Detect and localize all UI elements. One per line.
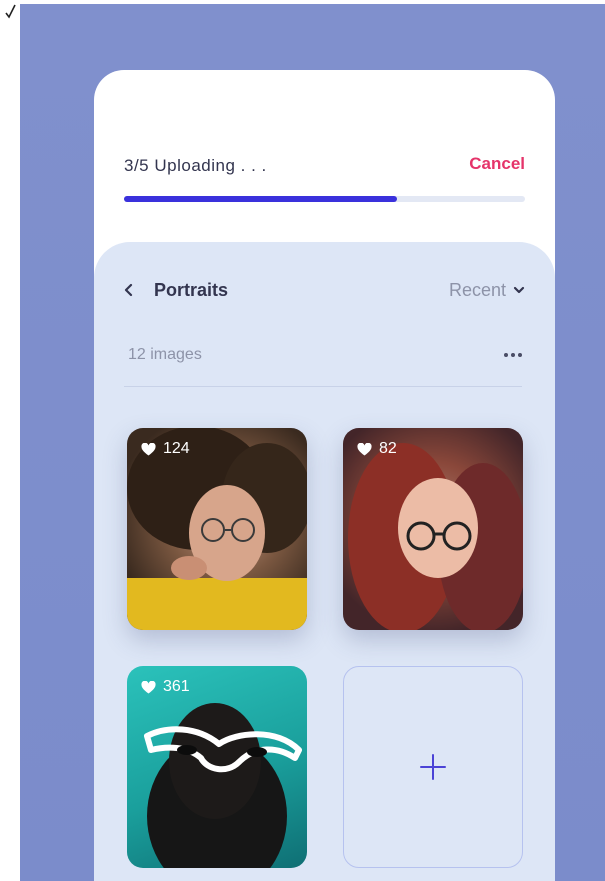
photo-tile[interactable]: 124 [127, 428, 307, 630]
sort-dropdown[interactable]: Recent [449, 278, 525, 302]
portrait-image [127, 428, 307, 630]
image-count: 12 images [128, 346, 202, 363]
like-badge: 82 [357, 440, 397, 458]
chevron-left-icon[interactable] [122, 282, 136, 298]
like-count: 124 [163, 440, 190, 457]
portrait-image [144, 703, 302, 868]
portrait-image [343, 428, 523, 630]
add-photo-button[interactable] [343, 666, 523, 868]
chevron-down-icon [513, 286, 525, 294]
more-horizontal-icon[interactable] [503, 352, 523, 358]
upload-card: 3/5 Uploading . . . Cancel Portraits Rec… [94, 70, 555, 881]
album-panel: Portraits Recent 12 images 124 82 361 [94, 242, 555, 881]
like-badge: 361 [141, 678, 190, 696]
like-count: 82 [379, 440, 397, 457]
album-title: Portraits [154, 280, 229, 300]
divider [124, 386, 522, 387]
upload-status: 3/5 Uploading . . . [124, 156, 267, 175]
like-count: 361 [163, 678, 190, 695]
check-mark-icon [5, 4, 16, 19]
sort-label: Recent [448, 279, 506, 300]
heart-icon [357, 442, 372, 455]
heart-icon [141, 680, 156, 693]
upload-progress-bar [124, 196, 525, 202]
like-badge: 124 [141, 440, 190, 458]
heart-icon [141, 442, 156, 455]
photo-tile[interactable]: 361 [127, 666, 307, 868]
plus-icon [420, 754, 446, 780]
upload-progress-fill [124, 196, 397, 202]
cancel-button[interactable]: Cancel [469, 154, 525, 174]
photo-tile[interactable]: 82 [343, 428, 523, 630]
